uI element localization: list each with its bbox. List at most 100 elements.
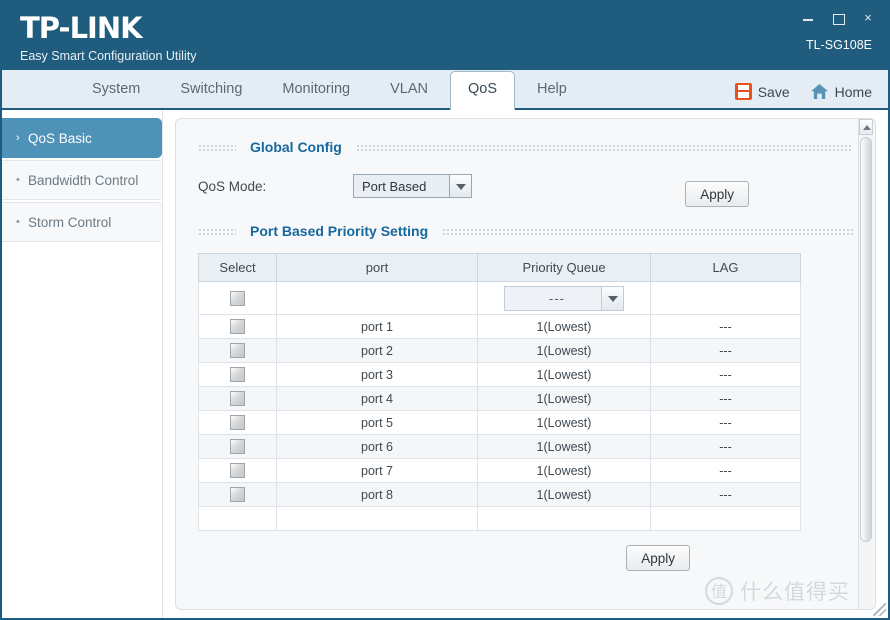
sidebar-item-label: Storm Control xyxy=(28,214,112,230)
row-select-cell xyxy=(198,482,277,507)
row-select-cell xyxy=(198,410,277,435)
brand-subtitle: Easy Smart Configuration Utility xyxy=(20,49,197,63)
row-checkbox[interactable] xyxy=(230,367,245,383)
table-footer-cell xyxy=(650,506,801,531)
bulk-priority-selected-value: --- xyxy=(549,290,565,306)
row-select-cell xyxy=(198,338,277,363)
port-priority-table: Select port Priority Queue LAG --- port … xyxy=(198,253,801,531)
bulk-priority-queue-select[interactable]: --- xyxy=(504,285,624,311)
sidebar-item-label: QoS Basic xyxy=(28,130,92,146)
home-button[interactable]: Home xyxy=(810,83,872,100)
dotted-rail-right xyxy=(442,227,853,235)
scroll-up-arrow-icon[interactable] xyxy=(859,119,873,135)
select-all-checkbox[interactable] xyxy=(230,290,245,306)
row-priority-queue-cell: 1(Lowest) xyxy=(477,338,651,363)
vertical-scrollbar[interactable] xyxy=(858,119,873,609)
row-checkbox[interactable] xyxy=(230,439,245,455)
apply-bottom-wrapper: Apply xyxy=(198,545,800,571)
dotted-rail-left xyxy=(198,143,236,151)
title-bar: TP-LINK Easy Smart Configuration Utility… xyxy=(2,2,888,70)
maximize-icon[interactable] xyxy=(830,10,846,26)
table-row: port 6 1(Lowest) --- xyxy=(198,434,801,459)
sidebar-item-qos-basic[interactable]: › QoS Basic xyxy=(2,118,162,158)
table-row: port 7 1(Lowest) --- xyxy=(198,458,801,483)
table-header-row: Select port Priority Queue LAG xyxy=(198,253,801,282)
row-select-cell xyxy=(198,362,277,387)
row-checkbox[interactable] xyxy=(230,319,245,335)
row-select-cell xyxy=(198,386,277,411)
tab-vlan[interactable]: VLAN xyxy=(372,71,446,108)
save-button[interactable]: Save xyxy=(734,83,790,100)
tab-qos[interactable]: QoS xyxy=(450,71,516,110)
table-row: port 2 1(Lowest) --- xyxy=(198,338,801,363)
table-footer-cell xyxy=(276,506,478,531)
row-checkbox[interactable] xyxy=(230,463,245,479)
qos-mode-row: QoS Mode: Port Based xyxy=(198,169,853,203)
row-priority-queue-cell: 1(Lowest) xyxy=(477,362,651,387)
port-priority-heading: Port Based Priority Setting xyxy=(198,221,853,241)
row-checkbox[interactable] xyxy=(230,415,245,431)
row-select-cell xyxy=(198,314,277,339)
table-row: port 1 1(Lowest) --- xyxy=(198,314,801,339)
table-row: port 8 1(Lowest) --- xyxy=(198,482,801,507)
device-model-label: TL-SG108E xyxy=(805,38,872,52)
row-priority-queue-cell: 1(Lowest) xyxy=(477,458,651,483)
tab-monitoring[interactable]: Monitoring xyxy=(264,71,368,108)
minimize-icon[interactable] xyxy=(800,10,816,26)
row-checkbox[interactable] xyxy=(230,343,245,359)
nav-actions: Save Home xyxy=(723,83,872,100)
apply-port-priority-button[interactable]: Apply xyxy=(626,545,690,571)
row-select-cell xyxy=(198,434,277,459)
home-icon xyxy=(810,83,829,100)
dotted-rail-left xyxy=(198,227,236,235)
qos-mode-selected-value: Port Based xyxy=(362,179,427,194)
table-body: --- port 1 1(Lowest) --- port 2 1(Lowest) ---… xyxy=(198,281,801,531)
qos-basic-panel: Global Config QoS Mode: Port Based Apply… xyxy=(175,118,876,610)
row-priority-queue-cell: 1(Lowest) xyxy=(477,314,651,339)
row-select-cell xyxy=(198,458,277,483)
qos-mode-select[interactable]: Port Based xyxy=(353,174,472,198)
row-priority-queue-cell: 1(Lowest) xyxy=(477,410,651,435)
bullet-icon: • xyxy=(16,216,20,228)
row-port-cell: port 6 xyxy=(276,434,478,459)
port-priority-table-wrapper: Select port Priority Queue LAG --- port … xyxy=(198,253,801,571)
row-lag-cell: --- xyxy=(650,314,801,339)
section-title: Global Config xyxy=(250,139,342,155)
bulk-lag-cell xyxy=(650,281,801,315)
body-container: › QoS Basic • Bandwidth Control • Storm … xyxy=(2,110,888,618)
resize-grip[interactable] xyxy=(873,603,886,616)
apply-global-config-button[interactable]: Apply xyxy=(685,181,749,207)
tab-switching[interactable]: Switching xyxy=(162,71,260,108)
home-button-label: Home xyxy=(834,83,872,100)
tab-system[interactable]: System xyxy=(74,71,158,108)
scrollbar-thumb[interactable] xyxy=(860,137,872,542)
dotted-rail-right xyxy=(355,143,853,151)
table-footer-row xyxy=(198,506,801,531)
chevron-down-icon xyxy=(601,286,623,310)
main-navigation: System Switching Monitoring VLAN QoS Hel… xyxy=(2,70,888,110)
column-header-priority-queue: Priority Queue xyxy=(477,253,651,282)
sidebar-item-bandwidth-control[interactable]: • Bandwidth Control xyxy=(2,160,162,200)
column-header-port: port xyxy=(276,253,478,282)
column-header-select: Select xyxy=(198,253,277,282)
save-icon xyxy=(734,83,752,100)
row-port-cell: port 5 xyxy=(276,410,478,435)
row-port-cell: port 1 xyxy=(276,314,478,339)
table-footer-cell xyxy=(477,506,651,531)
tab-help[interactable]: Help xyxy=(519,71,585,108)
sidebar: › QoS Basic • Bandwidth Control • Storm … xyxy=(2,110,163,618)
section-title: Port Based Priority Setting xyxy=(250,223,429,239)
close-icon[interactable]: × xyxy=(860,10,876,26)
application-window: TP-LINK Easy Smart Configuration Utility… xyxy=(0,0,890,620)
row-lag-cell: --- xyxy=(650,434,801,459)
row-priority-queue-cell: 1(Lowest) xyxy=(477,434,651,459)
sidebar-item-storm-control[interactable]: • Storm Control xyxy=(2,202,162,242)
sidebar-item-label: Bandwidth Control xyxy=(28,172,139,188)
global-config-heading: Global Config xyxy=(198,137,853,157)
row-lag-cell: --- xyxy=(650,458,801,483)
row-checkbox[interactable] xyxy=(230,487,245,503)
row-port-cell: port 8 xyxy=(276,482,478,507)
row-checkbox[interactable] xyxy=(230,391,245,407)
content-area: Global Config QoS Mode: Port Based Apply… xyxy=(163,110,888,618)
qos-mode-label: QoS Mode: xyxy=(198,178,267,194)
